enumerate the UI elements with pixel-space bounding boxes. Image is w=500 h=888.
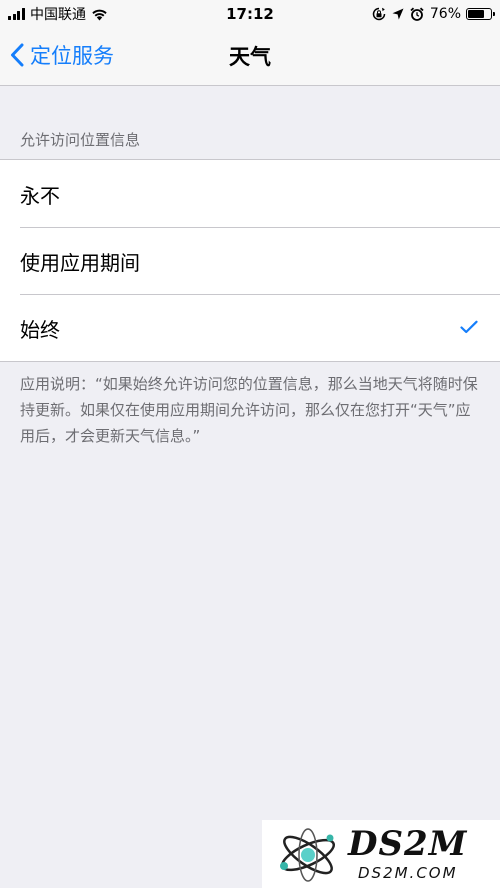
checkmark-icon <box>460 319 478 338</box>
option-always[interactable]: 始终 <box>0 294 500 361</box>
option-label: 使用应用期间 <box>20 251 140 275</box>
option-label: 永不 <box>20 184 60 208</box>
watermark-url: DS2M.COM <box>358 864 458 882</box>
app-explanation: 应用说明：“如果始终允许访问您的位置信息，那么当地天气将随时保持更新。如果仅在使… <box>20 375 478 445</box>
navigation-bar: 定位服务 天气 <box>0 28 500 86</box>
section-header: 允许访问位置信息 <box>20 131 141 149</box>
option-never[interactable]: 永不 <box>0 160 500 227</box>
option-while-using[interactable]: 使用应用期间 <box>0 227 500 294</box>
page-title: 天气 <box>229 45 271 69</box>
location-access-options: 永不 使用应用期间 始终 <box>0 159 500 362</box>
status-bar: 中国联通 17:12 76% <box>0 0 500 28</box>
atom-logo-icon <box>280 828 335 882</box>
status-right: 76% <box>366 5 495 23</box>
watermark: DS2M DS2M.COM <box>262 820 500 888</box>
battery-level <box>468 10 485 18</box>
rotation-lock-icon <box>372 7 386 21</box>
location-arrow-icon <box>392 8 404 20</box>
watermark-title: DS2M <box>348 824 468 864</box>
option-label: 始终 <box>20 318 60 342</box>
battery-percent: 76% <box>429 6 461 22</box>
alarm-icon <box>410 7 424 21</box>
battery-icon <box>466 8 495 20</box>
